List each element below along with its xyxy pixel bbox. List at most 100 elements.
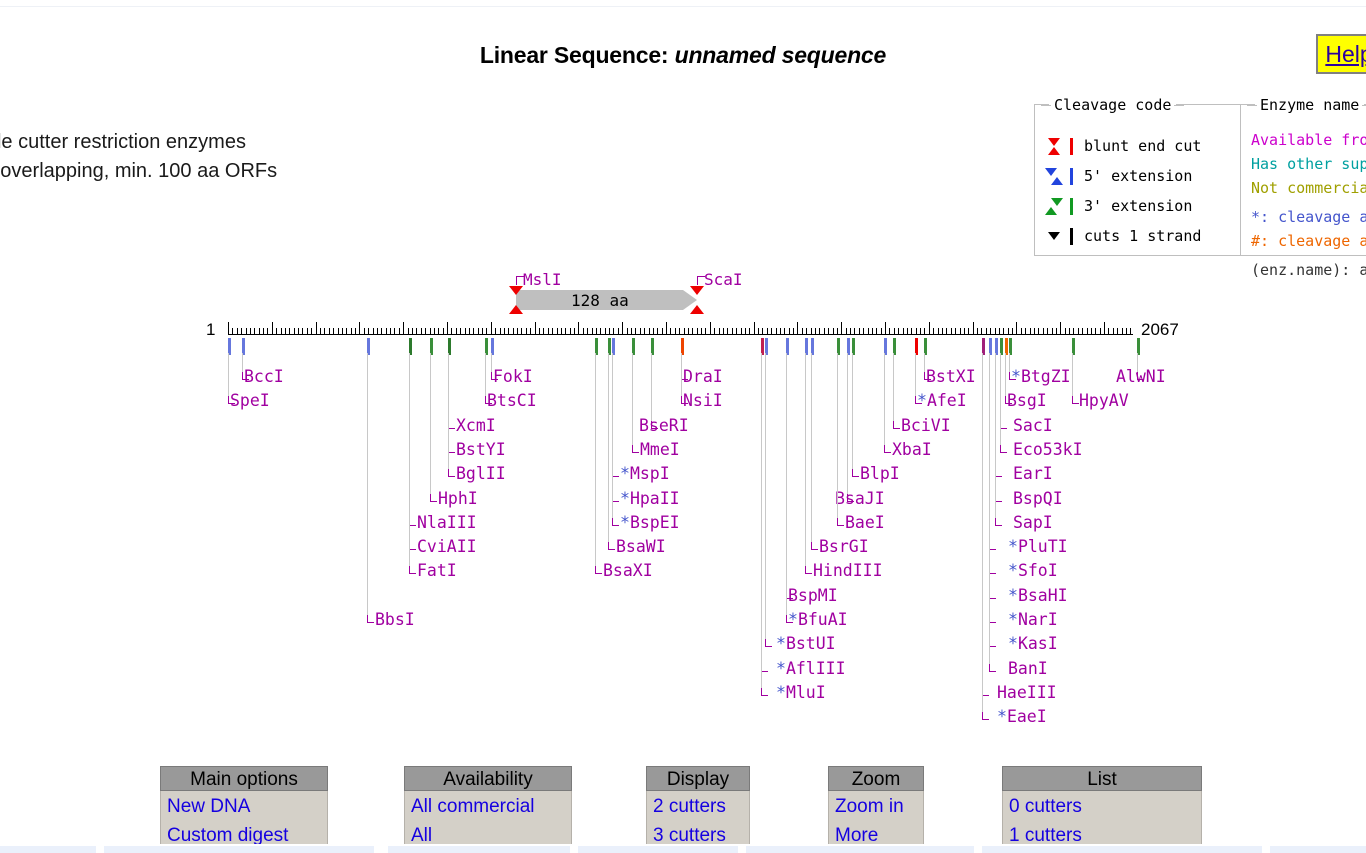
ruler-tick — [556, 328, 558, 334]
enzyme-label[interactable]: BsaXI — [603, 563, 653, 580]
site-leader-elbow — [448, 444, 455, 453]
site-leader-elbow — [989, 615, 996, 623]
enzyme-label[interactable]: *BsaHI — [1008, 587, 1068, 604]
site-leader-stem — [612, 353, 613, 526]
site-leader-stem — [982, 353, 983, 721]
enzyme-label[interactable]: XbaI — [892, 441, 932, 458]
site-leader-stem — [632, 353, 633, 453]
enzyme-label[interactable]: SacI — [1013, 417, 1053, 434]
orf-layer: 128 aa MslI ScaI — [0, 262, 1366, 322]
menu-item[interactable]: 0 cutters — [1009, 792, 1195, 821]
enzyme-label[interactable]: *EaeI — [997, 708, 1047, 725]
enzyme-label[interactable]: XcmI — [456, 417, 496, 434]
enzyme-label[interactable]: FatI — [417, 563, 457, 580]
site-leader-stem — [884, 353, 885, 453]
enzyme-name-legend-row: #: cleavage af — [1251, 232, 1366, 250]
ruler-tick — [319, 328, 321, 334]
enzyme-label[interactable]: BsaWI — [616, 538, 666, 555]
enzyme-label[interactable]: HphI — [438, 490, 478, 507]
enzyme-label[interactable]: BstXI — [926, 368, 976, 385]
ruler-tick — [346, 328, 348, 334]
enzyme-label[interactable]: *BstUI — [776, 636, 836, 653]
ruler-tick — [372, 328, 374, 334]
enzyme-label[interactable]: BciVI — [901, 417, 951, 434]
site-leader-elbow — [612, 469, 619, 478]
orf-site-name[interactable]: ScaI — [704, 270, 743, 289]
enzyme-label[interactable]: BtsCI — [487, 393, 537, 410]
enzyme-label[interactable]: SpeI — [230, 393, 270, 410]
enzyme-label[interactable]: *AflIII — [776, 660, 846, 677]
enzyme-label[interactable]: BaeI — [845, 514, 885, 531]
linear-sequence-map: 128 aa MslI ScaI 1 2067 BccI SpeI FokI BtsCI D… — [0, 262, 1366, 732]
enzyme-label[interactable]: *BtgZI — [1011, 368, 1071, 385]
ruler-tick — [626, 328, 628, 334]
ruler-tick — [1073, 328, 1075, 334]
ruler-tick — [258, 328, 260, 334]
ruler-tick — [530, 328, 532, 334]
ruler-tick — [722, 328, 724, 334]
enzyme-label[interactable]: HindIII — [813, 563, 883, 580]
ruler-tick — [324, 328, 326, 334]
enzyme-label[interactable]: MmeI — [640, 441, 680, 458]
menu-item[interactable]: 2 cutters — [653, 792, 743, 821]
menu-item[interactable]: All commercial — [411, 792, 565, 821]
ruler-tick — [661, 328, 663, 334]
menu-column-main-options: Main options New DNA Custom digest — [160, 766, 328, 853]
taskbar-segment — [388, 846, 570, 853]
enzyme-label[interactable]: *PluTI — [1008, 538, 1068, 555]
enzyme-label[interactable]: *BspEI — [620, 514, 680, 531]
enzyme-label[interactable]: SapI — [1013, 514, 1053, 531]
enzyme-label[interactable]: Eco53kI — [1013, 441, 1083, 458]
site-leader-elbow — [1000, 444, 1007, 453]
menu-header: Availability — [404, 766, 572, 791]
enzyme-label[interactable]: HpyAV — [1079, 393, 1129, 410]
enzyme-label[interactable]: BglII — [456, 465, 506, 482]
enzyme-label[interactable]: FokI — [493, 368, 533, 385]
enzyme-label[interactable]: BccI — [244, 368, 284, 385]
taskbar-segment — [746, 846, 974, 853]
ruler-tick — [1077, 328, 1079, 334]
enzyme-label[interactable]: *KasI — [1008, 636, 1058, 653]
enzyme-label[interactable]: CviAII — [417, 538, 477, 555]
ruler-tick — [486, 328, 488, 334]
ruler-tick — [1055, 328, 1057, 334]
enzyme-label[interactable]: BsgI — [1007, 393, 1047, 410]
enzyme-label[interactable]: BbsI — [375, 611, 415, 628]
ruler-tick — [1069, 328, 1071, 334]
menu-column-list: List 0 cutters 1 cutters — [1002, 766, 1202, 853]
enzyme-label[interactable]: BanI — [1008, 660, 1048, 677]
enzyme-label[interactable]: *HpaII — [620, 490, 680, 507]
ruler-tick — [398, 328, 400, 334]
enzyme-label[interactable]: *AfeI — [917, 393, 967, 410]
enzyme-label[interactable]: *NarI — [1008, 611, 1058, 628]
ruler-tick — [306, 328, 308, 334]
enzyme-label[interactable]: BlpI — [860, 465, 900, 482]
enzyme-label[interactable]: *BfuAI — [788, 611, 848, 628]
enzyme-label[interactable]: NlaIII — [417, 514, 477, 531]
enzyme-label[interactable]: BstYI — [456, 441, 506, 458]
page-title: Linear Sequence: unnamed sequence — [0, 42, 1366, 69]
enzyme-label[interactable]: AlwNI — [1116, 368, 1166, 385]
enzyme-label[interactable]: *MspI — [620, 465, 670, 482]
ruler-tick — [591, 328, 593, 334]
enzyme-label[interactable]: *MluI — [776, 684, 826, 701]
enzyme-label[interactable]: BseRI — [639, 417, 689, 434]
enzyme-label[interactable]: BspMI — [788, 587, 838, 604]
ruler-tick — [407, 328, 409, 334]
ruler-tick — [1095, 328, 1097, 334]
enzyme-label[interactable]: BspQI — [1013, 490, 1063, 507]
enzyme-label[interactable]: BsrGI — [819, 538, 869, 555]
enzyme-label[interactable]: NsiI — [683, 393, 723, 410]
menu-item[interactable]: Zoom in — [835, 792, 917, 821]
enzyme-label[interactable]: EarI — [1013, 465, 1053, 482]
cleavage-code-title: Cleavage code — [1040, 96, 1185, 114]
enzyme-label[interactable]: *SfoI — [1008, 563, 1058, 580]
enzyme-label[interactable]: BsaJI — [835, 490, 885, 507]
help-button[interactable]: Help — [1316, 34, 1366, 74]
window-top-edge — [0, 0, 1366, 7]
enzyme-label[interactable]: DraI — [683, 368, 723, 385]
menu-item[interactable]: New DNA — [167, 792, 321, 821]
orf-site-name[interactable]: MslI — [523, 270, 562, 289]
enzyme-label[interactable]: HaeIII — [997, 684, 1057, 701]
ruler-tick — [1104, 322, 1106, 334]
